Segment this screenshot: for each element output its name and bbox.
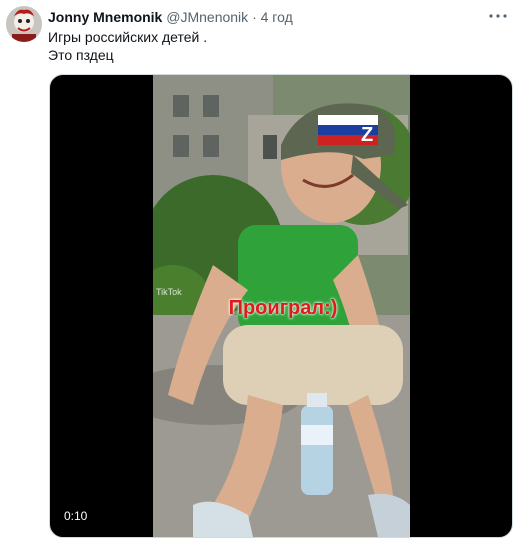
separator-dot: · — [252, 9, 257, 25]
user-handle[interactable]: @JMnenonik — [166, 9, 248, 25]
more-horizontal-icon[interactable] — [488, 6, 508, 26]
video-frame[interactable]: Z TikTok Проиграл:) — [153, 75, 410, 537]
tweet-text-line: Это пздец — [48, 47, 114, 63]
svg-text:Z: Z — [361, 124, 373, 146]
video-player[interactable]: Z TikTok Проиграл:) 0:10 — [49, 74, 513, 538]
tiktok-watermark: TikTok — [156, 287, 182, 297]
avatar[interactable] — [6, 6, 42, 42]
timestamp[interactable]: 4 год — [261, 9, 293, 25]
tweet-text-line: Игры российских детей . — [48, 29, 208, 45]
tweet-header: Jonny Mnemonik @JMnenonik · 4 год — [48, 8, 490, 26]
video-duration: 0:10 — [58, 507, 94, 525]
tweet: Jonny Mnemonik @JMnenonik · 4 год Игры р… — [0, 0, 520, 549]
video-caption-overlay: Проиграл:) — [228, 297, 338, 319]
tweet-text: Игры российских детей . Это пздец — [48, 28, 207, 64]
display-name[interactable]: Jonny Mnemonik — [48, 9, 162, 25]
